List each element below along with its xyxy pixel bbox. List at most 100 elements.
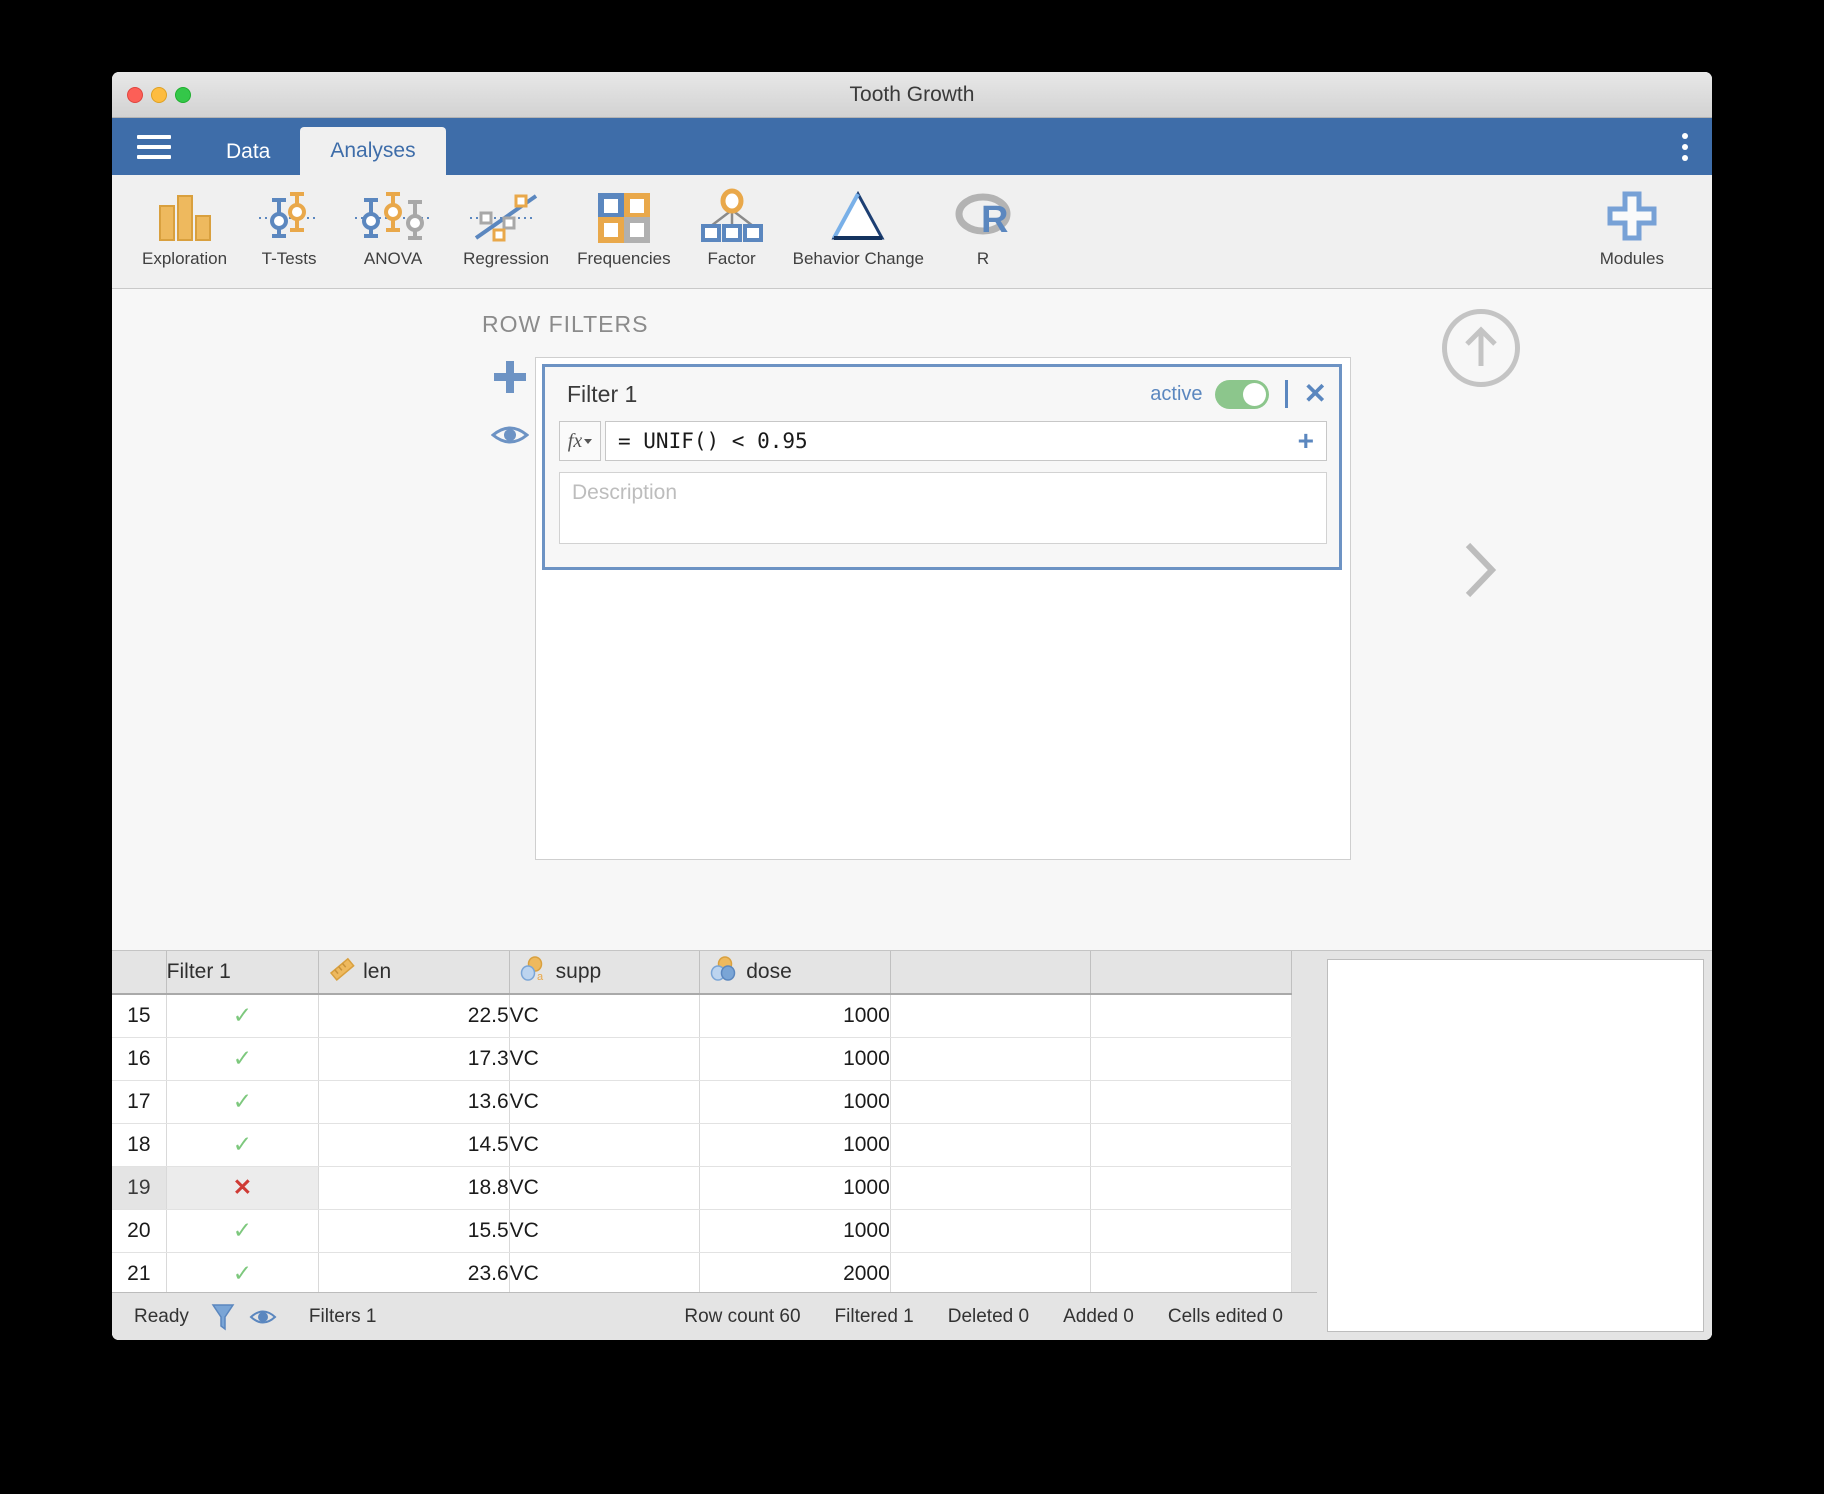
filter-active-toggle[interactable] <box>1214 379 1269 409</box>
cell-len[interactable]: 18.8 <box>318 1166 510 1210</box>
results-content[interactable] <box>1327 959 1704 1332</box>
minimize-window-button[interactable] <box>151 87 167 103</box>
check-icon: ✓ <box>232 1088 253 1114</box>
filter-status-cell[interactable]: ✓ <box>166 1037 320 1081</box>
ribbon-label: Modules <box>1599 249 1664 268</box>
formula-input[interactable]: = UNIF() < 0.95 + <box>605 421 1327 461</box>
column-header-blank-2[interactable] <box>1090 951 1292 995</box>
cell-len[interactable]: 13.6 <box>318 1080 510 1124</box>
cell-dose[interactable]: 2000 <box>699 1252 891 1296</box>
cell-blank[interactable] <box>1090 994 1292 1038</box>
ribbon-button-frequencies[interactable]: Frequencies <box>563 175 685 269</box>
add-filter-button[interactable] <box>492 359 528 400</box>
column-header-dose[interactable]: dose <box>699 951 891 995</box>
tab-data[interactable]: Data <box>196 129 300 175</box>
ribbon-button-regression[interactable]: Regression <box>449 175 563 269</box>
cell-dose[interactable]: 1000 <box>699 994 891 1038</box>
cell-dose[interactable]: 1000 <box>699 1080 891 1124</box>
row-number[interactable]: 16 <box>112 1037 167 1081</box>
cell-supp[interactable]: VC <box>509 1209 701 1253</box>
row-number[interactable]: 21 <box>112 1252 167 1296</box>
table-row[interactable]: 17 ✓ 13.6 VC 1000 <box>112 1080 1292 1124</box>
row-number[interactable]: 15 <box>112 994 167 1038</box>
cell-dose[interactable]: 1000 <box>699 1209 891 1253</box>
cell-blank[interactable] <box>1090 1080 1292 1124</box>
cell-blank[interactable] <box>1090 1123 1292 1167</box>
cell-blank[interactable] <box>890 1037 1092 1081</box>
column-header-filter1[interactable]: Filter 1 <box>166 951 320 995</box>
row-number[interactable]: 18 <box>112 1123 167 1167</box>
ribbon-button-modules[interactable]: Modules <box>1586 175 1678 269</box>
cell-blank[interactable] <box>1090 1037 1292 1081</box>
ribbon-button-behavior-change[interactable]: Behavior Change <box>779 175 938 269</box>
cell-len[interactable]: 23.6 <box>318 1252 510 1296</box>
fx-label: fx <box>567 429 583 452</box>
add-formula-button[interactable]: + <box>1298 427 1314 455</box>
table-row[interactable]: 18 ✓ 14.5 VC 1000 <box>112 1123 1292 1167</box>
filter-status-cell[interactable]: ✓ <box>166 1080 320 1124</box>
cell-supp[interactable]: VC <box>509 1252 701 1296</box>
hamburger-icon[interactable] <box>112 118 196 175</box>
cell-dose[interactable]: 1000 <box>699 1123 891 1167</box>
chevron-right-icon[interactable] <box>1460 539 1500 606</box>
cell-blank[interactable] <box>890 1252 1092 1296</box>
cell-blank[interactable] <box>890 1123 1092 1167</box>
close-x-icon[interactable]: ✕ <box>1304 380 1327 408</box>
cell-dose[interactable]: 1000 <box>699 1166 891 1210</box>
cell-dose[interactable]: 1000 <box>699 1037 891 1081</box>
row-number[interactable]: 20 <box>112 1209 167 1253</box>
ribbon-label: Frequencies <box>577 249 671 268</box>
cell-len[interactable]: 17.3 <box>318 1037 510 1081</box>
fx-dropdown-button[interactable]: fx <box>559 421 601 461</box>
filter-status-cell[interactable]: ✓ <box>166 1209 320 1253</box>
cell-blank[interactable] <box>1090 1252 1292 1296</box>
cell-blank[interactable] <box>1090 1209 1292 1253</box>
table-row[interactable]: 15 ✓ 22.5 VC 1000 <box>112 994 1292 1038</box>
arrow-up-circle-icon[interactable] <box>1442 309 1520 387</box>
eye-icon[interactable] <box>249 1306 277 1328</box>
filter-status-cell[interactable]: ✓ <box>166 994 320 1038</box>
cell-supp[interactable]: VC <box>509 1166 701 1210</box>
ribbon-button-ttests[interactable]: T-Tests <box>241 175 337 269</box>
ribbon-button-r[interactable]: R R <box>938 175 1028 269</box>
cell-blank[interactable] <box>890 1166 1092 1210</box>
table-row[interactable]: 21 ✓ 23.6 VC 2000 <box>112 1252 1292 1296</box>
kebab-menu-icon[interactable] <box>1682 118 1688 175</box>
header-divider <box>1284 380 1288 408</box>
regression-scatter-icon <box>466 185 546 247</box>
cell-blank[interactable] <box>1090 1166 1292 1210</box>
cell-len[interactable]: 22.5 <box>318 994 510 1038</box>
column-header-supp[interactable]: a supp <box>509 951 701 995</box>
cell-blank[interactable] <box>890 994 1092 1038</box>
status-deleted: Deleted 0 <box>947 1305 1030 1327</box>
svg-text:a: a <box>537 971 544 982</box>
table-row[interactable]: 20 ✓ 15.5 VC 1000 <box>112 1209 1292 1253</box>
cell-len[interactable]: 14.5 <box>318 1123 510 1167</box>
row-number[interactable]: 17 <box>112 1080 167 1124</box>
cell-blank[interactable] <box>890 1080 1092 1124</box>
maximize-window-button[interactable] <box>175 87 191 103</box>
ribbon-button-exploration[interactable]: Exploration <box>128 175 241 269</box>
filter-description-input[interactable]: Description <box>559 472 1327 544</box>
row-number[interactable]: 19 <box>112 1166 167 1210</box>
filter-funnel-icon[interactable] <box>211 1302 235 1332</box>
nominal-icon <box>710 956 738 988</box>
ribbon-button-factor[interactable]: Factor <box>685 175 779 269</box>
tab-analyses[interactable]: Analyses <box>300 127 446 175</box>
cell-supp[interactable]: VC <box>509 1037 701 1081</box>
table-row[interactable]: 16 ✓ 17.3 VC 1000 <box>112 1037 1292 1081</box>
close-window-button[interactable] <box>127 87 143 103</box>
table-row[interactable]: 19 ✕ 18.8 VC 1000 <box>112 1166 1292 1210</box>
ribbon-button-anova[interactable]: ANOVA <box>337 175 449 269</box>
eye-icon[interactable] <box>490 422 530 453</box>
cell-len[interactable]: 15.5 <box>318 1209 510 1253</box>
filter-status-cell[interactable]: ✕ <box>166 1166 320 1210</box>
cell-supp[interactable]: VC <box>509 994 701 1038</box>
cell-supp[interactable]: VC <box>509 1123 701 1167</box>
cell-blank[interactable] <box>890 1209 1092 1253</box>
cell-supp[interactable]: VC <box>509 1080 701 1124</box>
filter-status-cell[interactable]: ✓ <box>166 1252 320 1296</box>
column-header-blank-1[interactable] <box>890 951 1092 995</box>
filter-status-cell[interactable]: ✓ <box>166 1123 320 1167</box>
column-header-len[interactable]: len <box>318 951 510 995</box>
